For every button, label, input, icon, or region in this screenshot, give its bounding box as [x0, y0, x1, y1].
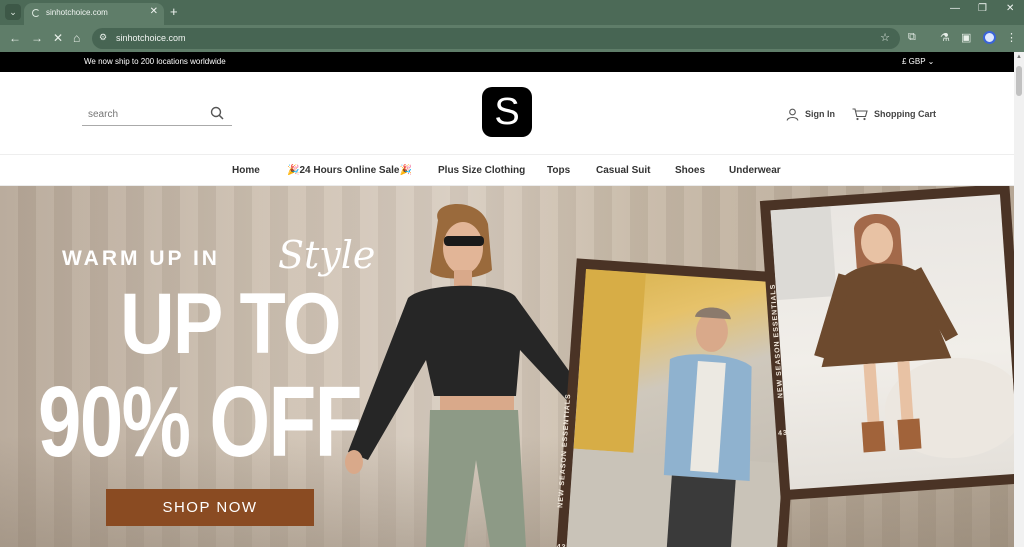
loading-spinner-icon — [32, 9, 40, 17]
address-bar[interactable]: ⚙ sinhotchoice.com ☆ — [92, 28, 900, 49]
restore-icon[interactable]: ❐ — [978, 3, 987, 14]
girl-photo — [770, 194, 1014, 490]
sign-in-link[interactable]: Sign In — [786, 106, 835, 122]
cart-label: Shopping Cart — [874, 109, 936, 119]
tab-title: sinhotchoice.com — [46, 8, 108, 17]
currency-selector[interactable]: £ GBP ⌄ — [902, 57, 934, 66]
browser-toolbar: ← → ✕ ⌂ ⚙ sinhotchoice.com ☆ ⧉ ⚗ ▣ ⋮ — [0, 25, 1024, 52]
nav-item-home[interactable]: Home — [232, 165, 260, 176]
nav-item-plus-size[interactable]: Plus Size Clothing — [438, 165, 525, 176]
announcement-text: We now ship to 200 locations worldwide — [84, 57, 226, 66]
browser-tab-bar: ⌄ sinhotchoice.com ✕ + — ❐ ✕ — [0, 0, 1024, 25]
nav-item-casual-suit[interactable]: Casual Suit — [596, 165, 650, 176]
scroll-up-icon[interactable]: ▲ — [1016, 54, 1022, 60]
site-logo[interactable]: S — [482, 87, 532, 137]
shop-now-button[interactable]: SHOP NOW — [106, 489, 314, 526]
side-panel-icon[interactable]: ▣ — [961, 31, 971, 44]
user-icon — [786, 108, 799, 121]
bookmark-star-icon[interactable]: ☆ — [880, 31, 890, 44]
stop-loading-icon[interactable]: ✕ — [53, 31, 63, 45]
back-icon[interactable]: ← — [9, 31, 21, 45]
nav-item-shoes[interactable]: Shoes — [675, 165, 705, 176]
window-close-icon[interactable]: ✕ — [1006, 3, 1014, 14]
nav-item-tops[interactable]: Tops — [547, 165, 570, 176]
search-icon[interactable] — [210, 106, 224, 120]
shopping-cart-link[interactable]: Shopping Cart — [852, 106, 936, 122]
cart-icon — [852, 107, 868, 120]
hero-warm-up-text: WARM UP IN — [62, 247, 220, 270]
labs-flask-icon[interactable]: ⚗ — [940, 31, 950, 44]
hero-headline-discount: 90% OFF — [38, 366, 362, 478]
hero-banner[interactable]: WARM UP IN Style UP TO 90% OFF SHOP NOW — [0, 186, 1014, 547]
url-text: sinhotchoice.com — [116, 33, 186, 43]
announcement-bar: We now ship to 200 locations worldwide £… — [0, 52, 1014, 72]
scroll-thumb[interactable] — [1016, 66, 1022, 96]
profile-avatar-icon[interactable] — [983, 31, 996, 44]
site-header: S Sign In Shopping Cart — [0, 72, 1014, 155]
new-tab-icon[interactable]: + — [170, 4, 178, 19]
tab-search-icon[interactable]: ⌄ — [5, 4, 21, 20]
sign-in-label: Sign In — [805, 109, 835, 119]
site-info-icon[interactable]: ⚙ — [99, 32, 107, 43]
minimize-icon[interactable]: — — [950, 3, 960, 14]
nav-item-underwear[interactable]: Underwear — [729, 165, 781, 176]
browser-menu-icon[interactable]: ⋮ — [1006, 31, 1017, 44]
frame-number-2: 43 — [777, 429, 789, 438]
browser-tab[interactable]: sinhotchoice.com ✕ — [24, 3, 164, 25]
hero-headline-up-to: UP TO — [120, 276, 341, 372]
extensions-icon[interactable]: ⧉ — [908, 31, 916, 44]
photo-frame-girl: NEW SEASON ESSENTIALS 43 — [759, 186, 1014, 501]
nav-item-online-sale[interactable]: 🎉24 Hours Online Sale🎉 — [287, 165, 412, 176]
forward-icon[interactable]: → — [31, 31, 43, 45]
tab-close-icon[interactable]: ✕ — [150, 6, 158, 17]
home-icon[interactable]: ⌂ — [73, 31, 80, 45]
man-photo — [566, 269, 796, 547]
page-scrollbar[interactable]: ▲ — [1014, 52, 1024, 547]
frame-number: 43 — [556, 544, 566, 547]
main-navigation: Home 🎉24 Hours Online Sale🎉 Plus Size Cl… — [0, 155, 1014, 186]
